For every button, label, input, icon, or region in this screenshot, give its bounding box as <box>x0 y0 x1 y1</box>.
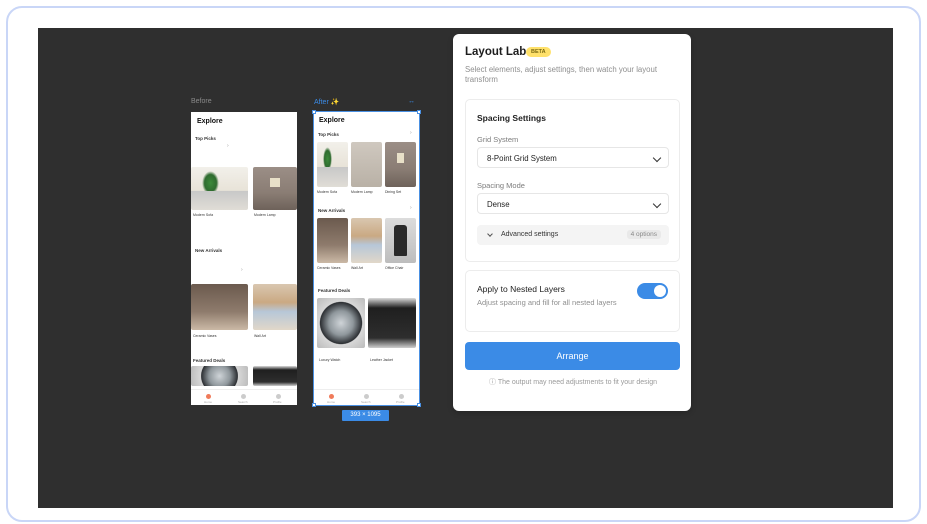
before-frame[interactable]: Explore Top Picks › Modern Sofa Modern L… <box>191 112 297 405</box>
spacing-settings-card: Spacing Settings Grid System 8-Point Gri… <box>465 99 680 262</box>
product-image[interactable] <box>191 284 248 330</box>
profile-icon[interactable] <box>276 394 281 399</box>
resize-handle[interactable] <box>417 110 421 114</box>
chevron-right-icon: › <box>410 205 412 211</box>
product-image[interactable] <box>317 298 365 348</box>
resize-handle[interactable] <box>312 403 316 407</box>
profile-icon[interactable] <box>399 394 404 399</box>
beta-badge: BETA <box>526 47 551 57</box>
page-title: Explore <box>319 117 345 124</box>
nested-layers-title: Apply to Nested Layers <box>477 284 565 294</box>
product-name: Luxury Watch <box>319 358 341 362</box>
nav-label: Home <box>204 400 213 404</box>
resize-handle[interactable] <box>312 110 316 114</box>
search-icon[interactable] <box>241 394 246 399</box>
product-image[interactable] <box>385 142 416 187</box>
arrange-button[interactable]: Arrange <box>465 342 680 370</box>
advanced-settings-label: Advanced settings <box>501 231 559 238</box>
product-name: Modern Lamp <box>254 213 276 217</box>
search-icon[interactable] <box>364 394 369 399</box>
product-name: Office Chair <box>385 266 404 270</box>
chevron-down-icon <box>487 231 493 237</box>
product-image[interactable] <box>191 366 248 386</box>
section-title: Top Picks <box>318 132 339 137</box>
section-title: Featured Deals <box>193 358 226 363</box>
product-name: Modern Lamp <box>351 190 373 194</box>
product-image[interactable] <box>351 218 382 263</box>
select-value: 8-Point Grid System <box>487 154 557 163</box>
after-label: After ✨ <box>314 99 340 106</box>
product-image[interactable] <box>317 142 348 187</box>
nav-label: Search <box>361 400 371 404</box>
chevron-right-icon: › <box>227 143 229 149</box>
product-name: Dining Set <box>385 190 402 194</box>
nav-label: Profile <box>273 400 282 404</box>
output-note: ⓘ The output may need adjustments to fit… <box>489 379 657 386</box>
frame-link-icon[interactable]: ↔ <box>408 98 415 105</box>
product-image[interactable] <box>191 167 248 210</box>
bottom-nav: Home Search Profile <box>314 389 419 405</box>
page-title: Explore <box>197 118 223 125</box>
options-count-badge: 4 options <box>626 230 661 239</box>
panel-title: Layout Lab <box>465 46 527 58</box>
after-frame[interactable]: Explore Top Picks › Modern Sofa Modern L… <box>313 111 420 406</box>
grid-system-label: Grid System <box>477 135 519 144</box>
nested-layers-card: Apply to Nested Layers Adjust spacing an… <box>465 270 680 332</box>
product-image[interactable] <box>351 142 382 187</box>
product-name: Modern Sofa <box>193 213 214 217</box>
product-image[interactable] <box>253 366 297 386</box>
toggle-knob <box>654 285 666 297</box>
home-icon[interactable] <box>206 394 211 399</box>
product-name: Modern Sofa <box>317 190 338 194</box>
product-name: Wall Art <box>254 334 266 338</box>
product-name: Ceramic Vases <box>317 266 341 270</box>
select-value: Dense <box>487 200 510 209</box>
size-badge: 393 × 1095 <box>342 410 389 421</box>
bottom-nav: Home Search Profile <box>191 389 297 405</box>
section-title: New Arrivals <box>318 208 346 213</box>
section-title: New Arrivals <box>195 248 223 253</box>
nav-label: Search <box>238 400 248 404</box>
chevron-right-icon: › <box>410 130 412 136</box>
grid-system-select[interactable]: 8-Point Grid System <box>477 147 669 168</box>
section-title: Top Picks <box>195 136 216 141</box>
resize-handle[interactable] <box>417 403 421 407</box>
chevron-right-icon: › <box>241 267 243 273</box>
spacing-mode-select[interactable]: Dense <box>477 193 669 214</box>
chevron-down-icon <box>652 199 662 209</box>
chevron-down-icon <box>652 153 662 163</box>
card-title: Spacing Settings <box>477 113 546 123</box>
layout-lab-panel: Layout Lab BETA Select elements, adjust … <box>453 34 691 411</box>
before-label: Before <box>191 98 212 105</box>
product-image[interactable] <box>253 284 297 330</box>
spacing-mode-label: Spacing Mode <box>477 181 525 190</box>
product-name: Leather Jacket <box>370 358 393 362</box>
product-name: Wall Art <box>351 266 363 270</box>
nav-label: Profile <box>396 400 405 404</box>
section-title: Featured Deals <box>318 288 351 293</box>
home-icon[interactable] <box>329 394 334 399</box>
product-image[interactable] <box>253 167 297 210</box>
advanced-settings-toggle[interactable]: Advanced settings 4 options <box>477 225 669 245</box>
product-image[interactable] <box>385 218 416 263</box>
nav-label: Home <box>327 400 336 404</box>
nested-layers-toggle[interactable] <box>637 283 668 299</box>
nested-layers-description: Adjust spacing and fill for all nested l… <box>477 298 617 307</box>
panel-description: Select elements, adjust settings, then w… <box>465 65 657 84</box>
product-name: Ceramic Vases <box>193 334 217 338</box>
product-image[interactable] <box>317 218 348 263</box>
product-image[interactable] <box>368 298 416 348</box>
